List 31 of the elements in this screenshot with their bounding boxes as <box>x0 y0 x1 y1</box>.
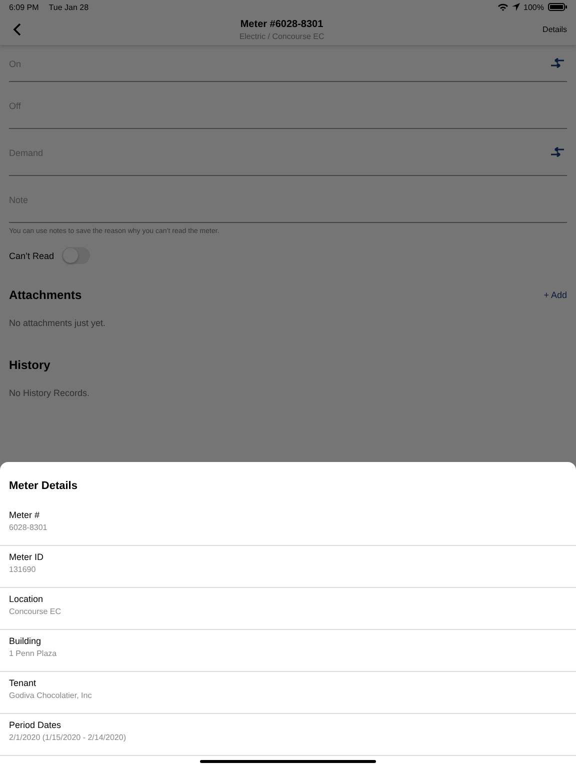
details-button[interactable]: Details <box>542 25 567 34</box>
cant-read-toggle[interactable] <box>62 247 90 264</box>
detail-label: Meter # <box>9 510 41 520</box>
swap-arrows-icon[interactable] <box>551 58 565 68</box>
location-icon <box>512 3 520 11</box>
cant-read-label: Can’t Read <box>9 250 54 260</box>
detail-label: Building <box>9 636 42 646</box>
detail-label: Tenant <box>9 678 38 688</box>
page-title: Meter #6028-8301 <box>240 18 324 30</box>
wifi-icon <box>498 3 508 11</box>
detail-value: 131690 <box>9 565 37 574</box>
back-icon[interactable] <box>13 23 21 36</box>
battery-icon <box>548 3 567 11</box>
empty-message: No attachments just yet. <box>9 318 107 328</box>
swap-arrows-icon[interactable] <box>551 147 565 157</box>
detail-label: Period Dates <box>9 720 62 730</box>
detail-value: 6028-8301 <box>9 523 48 532</box>
detail-value: 1 Penn Plaza <box>9 649 58 658</box>
status-time: 6:09 PM <box>9 2 39 12</box>
empty-message: No History Records. <box>9 388 91 398</box>
battery-percent: 100% <box>524 2 544 12</box>
detail-label: Meter ID <box>9 552 45 562</box>
section-heading: Attachments <box>9 288 82 302</box>
detail-label: Location <box>9 594 44 604</box>
sheet-title: Meter Details <box>8 479 78 494</box>
section-heading: History <box>9 358 50 372</box>
status-date: Tue Jan 28 <box>48 2 89 12</box>
detail-value: Concourse EC <box>9 607 62 616</box>
detail-value: 2/1/2020 (1/15/2020 - 2/14/2020) <box>9 733 127 742</box>
detail-value: Godiva Chocolatier, Inc <box>9 691 93 700</box>
add-link[interactable]: + Add <box>544 290 567 300</box>
